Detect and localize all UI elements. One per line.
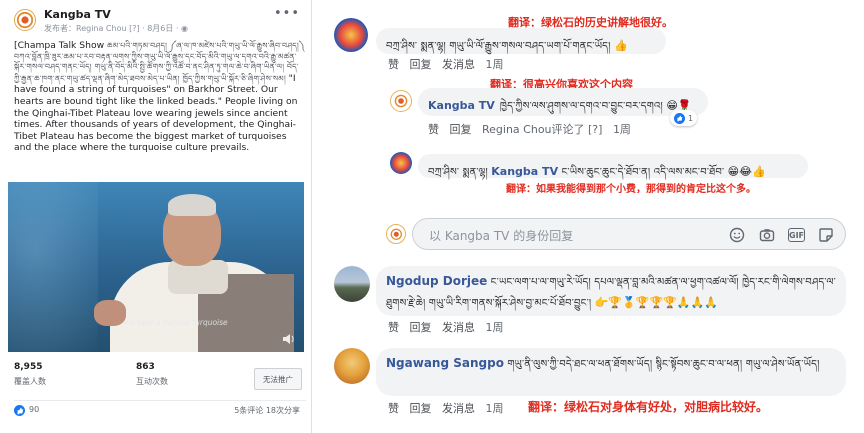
- sticker-icon[interactable]: [817, 226, 835, 244]
- commenter-avatar[interactable]: [390, 152, 412, 174]
- camera-icon[interactable]: [758, 226, 776, 244]
- reaction-count-chip[interactable]: 1: [670, 110, 698, 126]
- boost-button[interactable]: 无法推广: [254, 368, 302, 390]
- comment-text: ང་ཡིས་ཆུང་ཆུང་དེ་ཐོབ་ན། འདི་ལས་མང་བ་ཐོབ་: [558, 167, 728, 178]
- video-person-hair: [168, 194, 216, 216]
- kangba-logo-icon: [16, 11, 34, 29]
- comment-actions: 赞 回复 发消息 1周: [388, 400, 511, 416]
- engagement-stat: 863 互动次数: [136, 362, 168, 387]
- reply-as-avatar: [386, 224, 406, 244]
- like-button[interactable]: 赞: [388, 321, 399, 334]
- reply-input[interactable]: 以 Kangba TV 的身份回复 GIF: [412, 218, 846, 250]
- reach-number: 8,955: [14, 362, 43, 372]
- page-avatar[interactable]: [14, 9, 36, 31]
- smiley-icon[interactable]: [728, 226, 746, 244]
- like-reaction-icon: [14, 405, 25, 416]
- kangba-logo-icon: [394, 94, 408, 108]
- commenter-avatar[interactable]: [334, 266, 370, 302]
- reply-placeholder: 以 Kangba TV 的身份回复: [429, 229, 574, 243]
- message-button[interactable]: 发消息: [442, 321, 475, 334]
- reach-label: 覆盖人数: [14, 377, 46, 386]
- globe-icon: ◉: [181, 24, 189, 33]
- comment-text: བཀྲ་ཤིས་ སྨན་ལྷ། གཡུ་ཡི་ལོ་རྒྱུས་གསལ་བཤད…: [386, 41, 614, 52]
- post-body: [Champa Talk Show ཆམ་པའི་གཏམ་བཤད། ༼ཞ་ལ་ཁ…: [14, 40, 306, 154]
- message-button[interactable]: 发消息: [442, 58, 475, 71]
- comment-prefix: བཀྲ་ཤིས་ སྨན་ལྷ།: [428, 167, 492, 178]
- kangba-logo-icon: [390, 228, 402, 240]
- comment-bubble: Ngawang Sangpo གཡུ་ནི་ལུས་ཀྱི་བདེ་ཐང་ལ་ཕ…: [376, 348, 846, 396]
- reply-button[interactable]: 回复: [410, 402, 432, 415]
- post-text-lead: [Champa Talk Show: [14, 40, 108, 51]
- comment-emoji: 😁😂👍: [727, 165, 766, 178]
- commenter-name[interactable]: Kangba TV: [428, 99, 495, 112]
- page-name[interactable]: Kangba TV: [44, 8, 111, 21]
- comment-bubble: བཀྲ་ཤིས་ སྨན་ལྷ། Kangba TV ང་ཡིས་ཆུང་ཆུང…: [418, 154, 808, 178]
- commenter-avatar[interactable]: [334, 18, 368, 52]
- comment-bubble: Ngodup Dorjee ང་ཡང་ལག་པ་ལ་གཡུ་རེ་ཡོད། དཔ…: [376, 266, 846, 316]
- like-reaction-icon: [674, 112, 685, 124]
- video-person-hand: [94, 300, 126, 326]
- commenter-avatar[interactable]: [334, 348, 370, 384]
- post-stats: 8,955 覆盖人数 863 互动次数 无法推广: [14, 362, 306, 398]
- likes-count[interactable]: 90: [29, 405, 39, 414]
- comment-bubble: Kangba TV ཁྱེད་ཀྱིས་ལས་ཤུགས་ལ་དགའ་བ་བྱུང…: [418, 88, 708, 116]
- commenter-name[interactable]: Ngawang Sangpo: [386, 356, 504, 370]
- commenter-name[interactable]: Ngodup Dorjee: [386, 274, 487, 288]
- gif-icon[interactable]: GIF: [788, 228, 805, 242]
- comment-content: Ngodup Dorjee ང་ཡང་ལག་པ་ལ་གཡུ་རེ་ཡོད། དཔ…: [386, 271, 836, 313]
- translation-note: 翻译：绿松石对身体有好处，对胆病比较好。: [528, 400, 769, 414]
- comment-content: Ngawang Sangpo གཡུ་ནི་ལུས་ཀྱི་བདེ་ཐང་ལ་ཕ…: [386, 353, 836, 374]
- engagement-label: 互动次数: [136, 377, 168, 386]
- reply-toolbar: GIF: [728, 226, 835, 244]
- comment-time[interactable]: 1周: [486, 58, 504, 71]
- like-button[interactable]: 赞: [388, 402, 399, 415]
- like-button[interactable]: 赞: [428, 123, 439, 136]
- post-footer: 90 5条评论 18次分享: [14, 400, 306, 418]
- post-meta-text: 发布者：Regina Chou [?] · 8月6日 ·: [44, 24, 182, 33]
- post-video[interactable]: we take a natural turquoise: [8, 182, 304, 352]
- like-button[interactable]: 赞: [388, 58, 399, 71]
- commented-by: Regina Chou评论了 [?]: [482, 123, 603, 136]
- comment-emoji: 👉🏆🥇🏆🏆🏆🙏🙏🙏: [594, 296, 718, 309]
- video-light: [8, 182, 98, 352]
- reply-button[interactable]: 回复: [410, 321, 432, 334]
- reply-button[interactable]: 回复: [450, 123, 472, 136]
- reply-button[interactable]: 回复: [410, 58, 432, 71]
- volume-icon[interactable]: [282, 330, 296, 344]
- comment-text: གཡུ་ནི་ལུས་ཀྱི་བདེ་ཐང་ལ་ཕན་ཐོགས་ཡོད། སྙི…: [503, 359, 820, 370]
- comment-bubble: བཀྲ་ཤིས་ སྨན་ལྷ། གཡུ་ཡི་ལོ་རྒྱུས་གསལ་བཤད…: [376, 28, 666, 54]
- post-card: Kangba TV 发布者：Regina Chou [?] · 8月6日 · ◉…: [0, 0, 312, 433]
- post-text-english: "I have found a string of turquoises" on…: [14, 72, 298, 154]
- comment-actions: 赞 回复 Regina Chou评论了 [?] 1周: [428, 121, 638, 137]
- translation-note: 翻译：如果我能得到那个小费，那得到的肯定比这个多。: [506, 184, 756, 195]
- comment-time[interactable]: 1周: [486, 321, 504, 334]
- more-options-icon[interactable]: •••: [274, 6, 300, 21]
- message-button[interactable]: 发消息: [442, 402, 475, 415]
- engagement-number: 863: [136, 362, 155, 372]
- comment-time[interactable]: 1周: [486, 402, 504, 415]
- comments-shares-count[interactable]: 5条评论 18次分享: [234, 405, 300, 416]
- comment-actions: 赞 回复 发消息 1周: [388, 56, 511, 72]
- post-meta: 发布者：Regina Chou [?] · 8月6日 · ◉: [44, 23, 188, 34]
- post-header: Kangba TV 发布者：Regina Chou [?] · 8月6日 · ◉…: [14, 6, 304, 36]
- video-caption: we take a natural turquoise: [124, 318, 228, 327]
- page-reply-avatar[interactable]: [390, 90, 412, 112]
- reach-stat: 8,955 覆盖人数: [14, 362, 46, 387]
- mentioned-page[interactable]: Kangba TV: [491, 165, 558, 178]
- comment-text: ཁྱེད་ཀྱིས་ལས་ཤུགས་ལ་དགའ་བ་བྱུང་བར་དགའ།: [499, 101, 667, 112]
- comment-actions: 赞 回复 发消息 1周: [388, 319, 511, 335]
- comment-emoji: 👍: [613, 39, 628, 52]
- comments-panel: 翻译：绿松石的历史讲解地很好。 བཀྲ་ཤིས་ སྨན་ལྷ། གཡུ་ཡི་…: [324, 0, 864, 433]
- reaction-count: 1: [688, 113, 694, 123]
- comment-time[interactable]: 1周: [613, 123, 631, 136]
